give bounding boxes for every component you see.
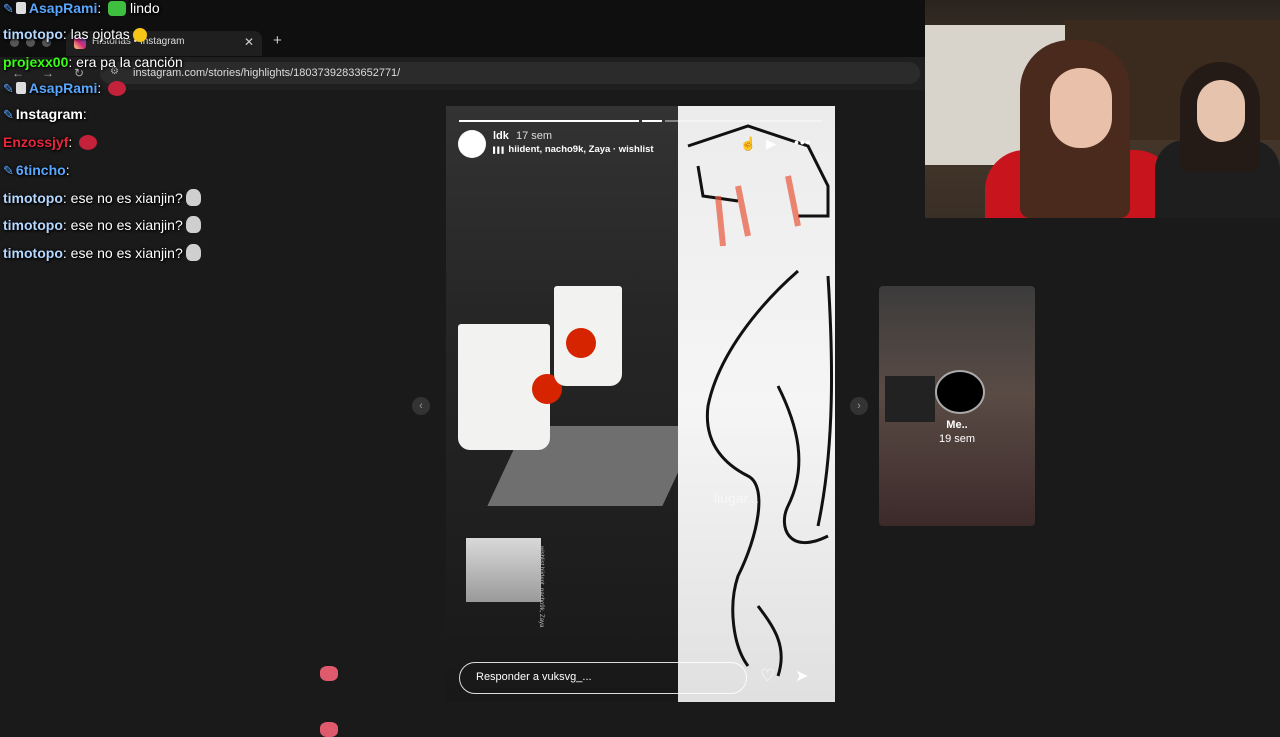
story-avatar[interactable] xyxy=(458,130,486,158)
chat-username[interactable]: timotopo xyxy=(3,190,63,206)
chat-message: ✎ AsapRami: lindo xyxy=(3,0,160,17)
moderator-badge-icon: ✎ xyxy=(3,81,14,96)
webcam-feed xyxy=(925,0,1280,218)
play-icon[interactable]: ▶ xyxy=(766,136,776,152)
send-icon[interactable]: ➤ xyxy=(795,666,808,686)
chat-message: timotopo: ese no es xianjin? xyxy=(3,189,201,206)
next-story-button[interactable]: › xyxy=(850,397,868,415)
chat-separator: : xyxy=(97,80,106,96)
chat-message: timotopo: ese no es xianjin? xyxy=(3,244,201,261)
chat-username[interactable]: 6tincho xyxy=(16,162,66,178)
chat-username[interactable]: Instagram xyxy=(16,106,83,122)
subscriber-badge-icon xyxy=(15,82,26,94)
story-music-info[interactable]: ▌▌▌ hiident, nacho9k, Zaya · wishlist xyxy=(493,144,654,155)
yellow-emote-icon xyxy=(132,28,147,42)
chat-message: timotopo: ese no es xianjin? xyxy=(3,216,201,233)
webcam-person-left-face xyxy=(1050,68,1112,148)
shared-post-thumbnail[interactable] xyxy=(466,538,541,602)
moderator-badge-icon: ✎ xyxy=(3,107,14,122)
burger-king-logo xyxy=(566,328,596,358)
chat-separator: : xyxy=(82,106,87,122)
chat-username[interactable]: projexx00 xyxy=(3,54,68,70)
chat-text: era pa la canción xyxy=(76,54,183,70)
lips-emote-icon xyxy=(79,135,98,150)
moderator-badge-icon: ✎ xyxy=(3,163,14,178)
chat-message: Enzossjyf: xyxy=(3,134,98,150)
chat-username[interactable]: timotopo xyxy=(3,245,63,261)
moderator-badge-icon: ✎ xyxy=(3,1,14,16)
chat-message: ✎ 6tincho: xyxy=(3,162,338,737)
chat-separator: : xyxy=(62,26,71,42)
chat-text: lindo xyxy=(130,0,160,16)
story-time: 17 sem xyxy=(516,130,553,142)
chat-separator: : xyxy=(62,217,71,233)
chat-separator: : xyxy=(62,245,71,261)
more-options-icon[interactable]: ••• xyxy=(794,134,812,150)
heart-icon[interactable]: ♡ xyxy=(760,666,775,686)
previous-story-button[interactable]: ‹ xyxy=(412,397,430,415)
heart-emote-icon xyxy=(320,722,338,737)
next-story-username[interactable]: Me.. xyxy=(879,419,1035,431)
next-story-avatar[interactable] xyxy=(935,370,985,414)
chat-text: las ojotas xyxy=(70,26,130,42)
music-bars-icon: ▌▌▌ xyxy=(493,148,506,154)
chat-username[interactable]: timotopo xyxy=(3,26,63,42)
chat-text: ese no es xianjin? xyxy=(70,217,183,233)
next-story-time: 19 sem xyxy=(938,433,976,445)
shared-post-caption: wishlist hiident, nacho9k, Zaya xyxy=(538,546,544,628)
chat-username[interactable]: AsapRami xyxy=(29,0,97,16)
skull-emote-icon xyxy=(185,244,201,261)
story-watermark: liugar... xyxy=(714,490,760,506)
chat-message: ✎ Instagram: xyxy=(3,106,338,681)
story-cup-back xyxy=(554,286,622,386)
green-emote-icon xyxy=(108,1,127,16)
chat-separator: : xyxy=(68,54,77,70)
story-viewer[interactable]: liugar... ldk 17 sem ▌▌▌ hiident, nacho9… xyxy=(446,106,835,702)
story-progress-segment xyxy=(642,120,662,122)
skull-emote-icon xyxy=(185,189,201,206)
chat-message: projexx00: era pa la canción xyxy=(3,54,183,70)
heart-emote-icon xyxy=(320,666,338,681)
chat-text: ese no es xianjin? xyxy=(70,190,183,206)
story-username[interactable]: ldk xyxy=(493,130,509,142)
next-story-preview[interactable]: Me.. 19 sem xyxy=(879,286,1035,526)
story-progress-segment xyxy=(665,120,822,122)
chat-message: ✎ AsapRami: xyxy=(3,80,127,97)
webcam-person-right-face xyxy=(1197,80,1245,142)
next-story-thumbnail xyxy=(885,376,935,422)
story-drawing xyxy=(678,106,835,702)
reply-placeholder[interactable]: Responder a vuksvg_... xyxy=(476,671,592,683)
skull-emote-icon xyxy=(185,216,201,233)
sketch-drawing xyxy=(687,124,834,677)
chat-text: ese no es xianjin? xyxy=(70,245,183,261)
tab-close-icon[interactable]: ✕ xyxy=(244,35,254,49)
chat-separator: : xyxy=(97,0,106,16)
chat-separator: : xyxy=(62,190,71,206)
mouse-cursor-icon: ☝ xyxy=(740,136,757,151)
story-progress-segment xyxy=(459,120,639,122)
chat-username[interactable]: timotopo xyxy=(3,217,63,233)
chat-username[interactable]: AsapRami xyxy=(29,80,97,96)
new-tab-button[interactable]: + xyxy=(273,32,282,49)
music-label: hiident, nacho9k, Zaya · wishlist xyxy=(508,144,654,155)
subscriber-badge-icon xyxy=(15,2,26,14)
story-cup-front xyxy=(458,324,562,450)
chat-separator: : xyxy=(68,134,77,150)
lips-emote-icon xyxy=(108,81,127,96)
chat-separator: : xyxy=(65,162,70,178)
chat-username[interactable]: Enzossjyf xyxy=(3,134,68,150)
chat-message: timotopo: las ojotas xyxy=(3,26,147,42)
